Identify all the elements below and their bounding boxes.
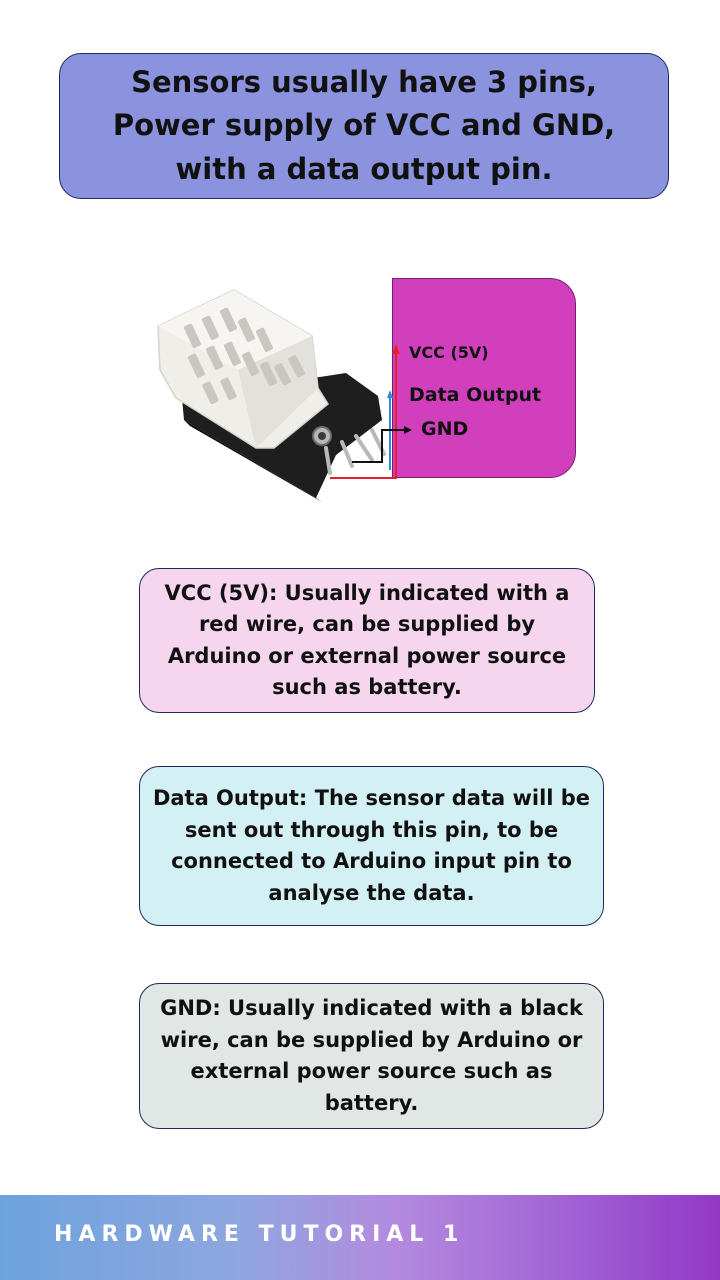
data-output-description-text: Data Output: The sensor data will be sen… <box>152 786 591 905</box>
gnd-arrow <box>404 426 412 434</box>
data-output-pin-label: Data Output <box>409 384 542 406</box>
title-text: Sensors usually have 3 pins, Power suppl… <box>112 64 616 186</box>
gnd-pin-label: GND <box>421 418 469 440</box>
gnd-description-box: GND: Usually indicated with a black wire… <box>139 983 604 1129</box>
title-banner: Sensors usually have 3 pins, Power suppl… <box>59 53 669 199</box>
vcc-arrow <box>392 344 400 354</box>
vcc-description-box: VCC (5V): Usually indicated with a red w… <box>139 568 595 713</box>
data-output-description-box: Data Output: The sensor data will be sen… <box>139 766 604 926</box>
gnd-description-text: GND: Usually indicated with a black wire… <box>160 996 583 1115</box>
vcc-pin-label: VCC (5V) <box>409 343 489 362</box>
footer-title: HARDWARE TUTORIAL 1 <box>54 1222 465 1247</box>
vcc-description-text: VCC (5V): Usually indicated with a red w… <box>164 580 570 700</box>
